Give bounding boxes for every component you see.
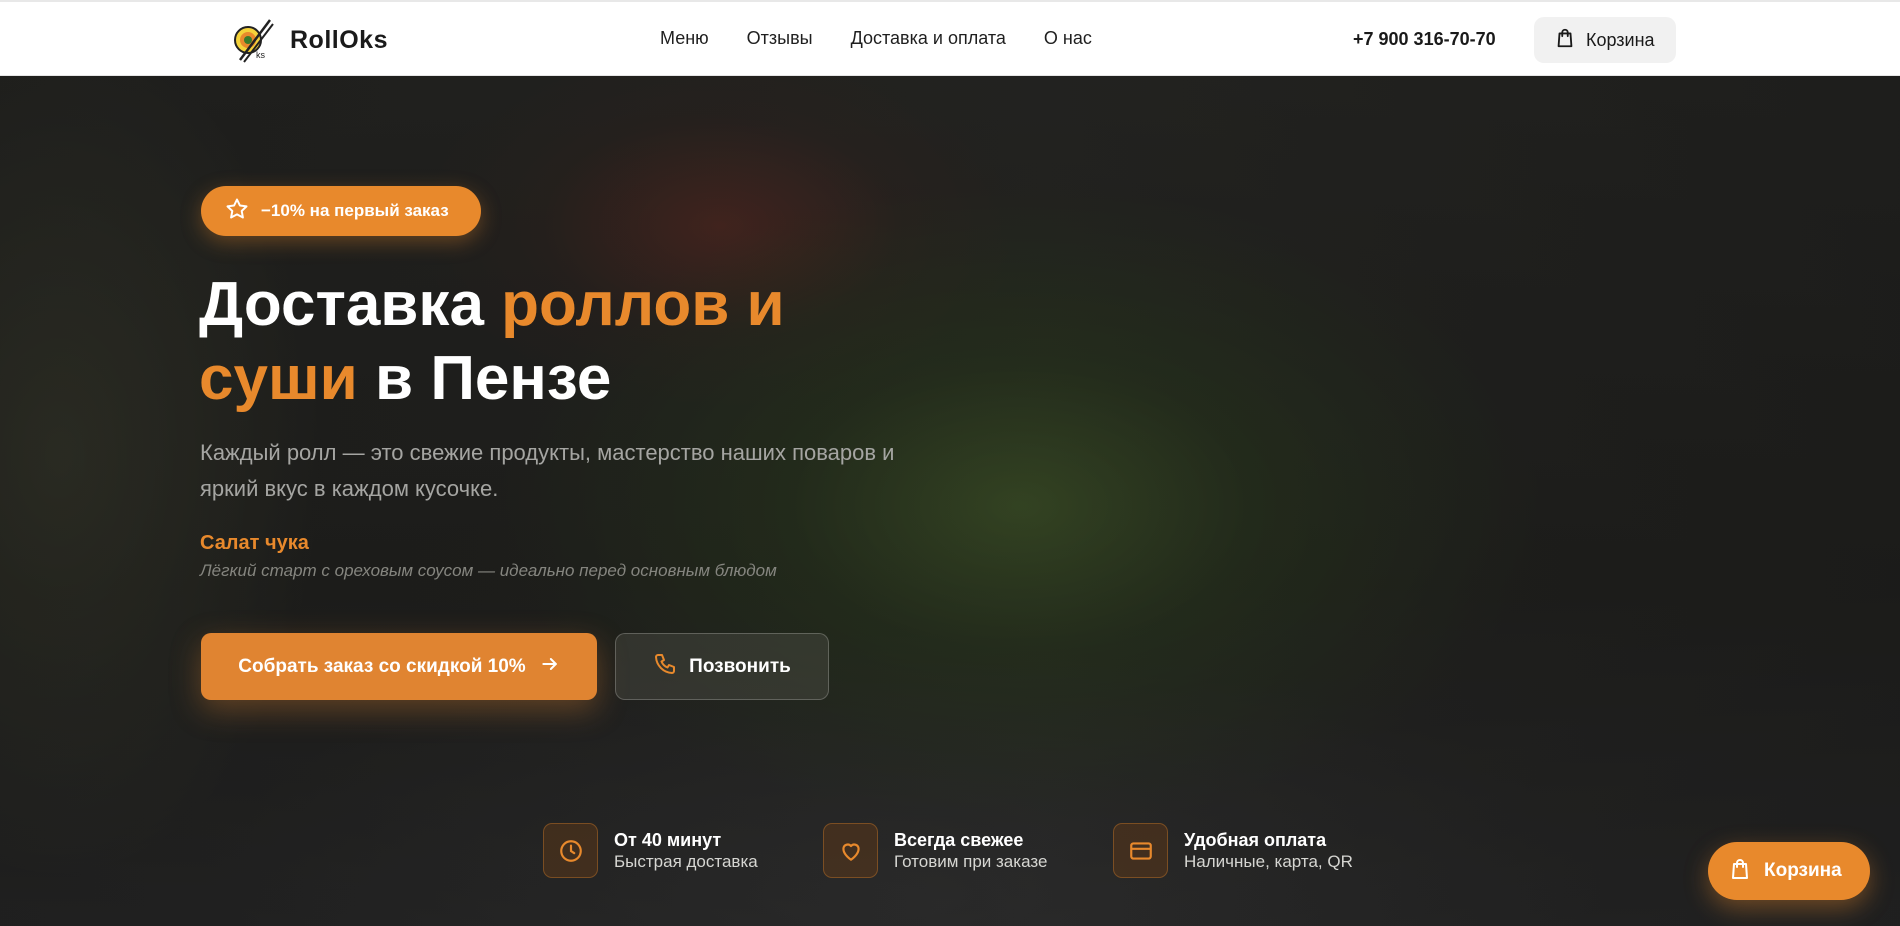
featured-dish-name: Салат чука — [200, 532, 309, 554]
arrow-right-icon — [540, 654, 560, 679]
logo[interactable]: ks RollOks — [226, 16, 388, 64]
hero-title-part1: Доставка — [199, 270, 502, 339]
feature-freshness: Всегда свежее Готовим при заказе — [823, 823, 1047, 878]
header-cart-button[interactable]: Корзина — [1534, 17, 1676, 63]
feature-title: Удобная оплата — [1184, 830, 1327, 850]
call-button-label: Позвонить — [689, 655, 791, 677]
order-discount-label: Собрать заказ со скидкой 10% — [238, 655, 526, 677]
order-discount-button[interactable]: Собрать заказ со скидкой 10% — [201, 633, 597, 700]
svg-text:ks: ks — [256, 50, 266, 60]
header-cart-label: Корзина — [1586, 29, 1655, 50]
nav-item-about[interactable]: О нас — [1044, 28, 1092, 49]
promo-badge: −10% на первый заказ — [201, 186, 481, 236]
shopping-bag-icon — [1554, 27, 1576, 54]
hero-title: Доставка роллов и суши в Пензе — [199, 268, 919, 416]
promo-text: −10% на первый заказ — [261, 201, 449, 220]
hero-section: −10% на первый заказ Доставка роллов и с… — [0, 76, 1900, 926]
feature-subtitle: Наличные, карта, QR — [1184, 852, 1353, 871]
shopping-bag-icon — [1728, 857, 1752, 886]
heart-icon — [823, 823, 878, 878]
nav-item-delivery[interactable]: Доставка и оплата — [851, 28, 1006, 49]
featured-dish-description: Лёгкий старт с ореховым соусом — идеальн… — [200, 561, 777, 580]
nav-item-menu[interactable]: Меню — [660, 28, 709, 49]
header-phone[interactable]: +7 900 316-70-70 — [1353, 29, 1496, 50]
features-bar: От 40 минут Быстрая доставка Всегда свеж… — [0, 823, 1900, 883]
main-nav: Меню Отзывы Доставка и оплата О нас — [660, 28, 1130, 49]
feature-payment: Удобная оплата Наличные, карта, QR — [1113, 823, 1353, 878]
clock-icon — [543, 823, 598, 878]
nav-item-reviews[interactable]: Отзывы — [747, 28, 813, 49]
feature-subtitle: Готовим при заказе — [894, 852, 1048, 871]
feature-subtitle: Быстрая доставка — [614, 852, 758, 871]
logo-text: RollOks — [290, 25, 388, 54]
site-header: ks RollOks Меню Отзывы Доставка и оплата… — [0, 0, 1900, 76]
hero-subtitle: Каждый ролл — это свежие продукты, масте… — [200, 440, 895, 501]
star-icon — [225, 197, 249, 226]
feature-delivery-time: От 40 минут Быстрая доставка — [543, 823, 758, 878]
feature-title: Всегда свежее — [894, 830, 1024, 850]
feature-title: От 40 минут — [614, 830, 722, 850]
logo-mark-icon: ks — [226, 16, 276, 64]
credit-card-icon — [1113, 823, 1168, 878]
hero-title-part2: в Пензе — [357, 344, 612, 413]
phone-icon — [653, 652, 677, 681]
floating-cart-button[interactable]: Корзина — [1708, 842, 1870, 900]
call-button[interactable]: Позвонить — [615, 633, 829, 700]
floating-cart-label: Корзина — [1764, 860, 1842, 881]
